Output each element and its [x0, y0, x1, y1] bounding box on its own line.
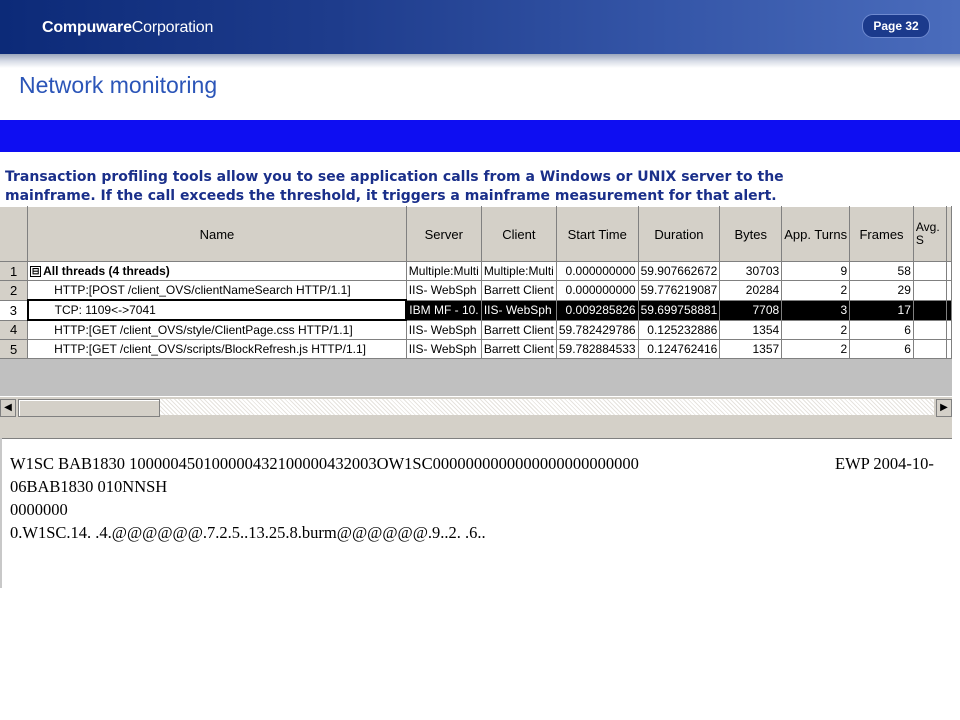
table-row[interactable]: 2 HTTP:[POST /client_OVS/clientNameSearc…	[0, 280, 952, 301]
cell-client[interactable]: Barrett Client	[481, 280, 557, 301]
cell-frames[interactable]: 29	[849, 280, 914, 301]
cell-duration[interactable]: 59.907662672	[638, 261, 721, 281]
cell-app-turns[interactable]: 3	[781, 300, 851, 321]
column-header-app-turns[interactable]: App. Turns	[781, 206, 851, 262]
pane-divider[interactable]	[0, 417, 952, 439]
raw-data-line: 06BAB1830 010NNSH	[10, 477, 168, 496]
cell-name[interactable]: TCP: 1109<->7041	[26, 299, 408, 321]
raw-data-line: W1SC BAB1830 100000450100000432100000432…	[10, 454, 639, 473]
cell-start-time[interactable]: 0.009285826	[556, 300, 639, 321]
cell-server[interactable]: IIS- WebSph	[406, 320, 482, 340]
cell-duration[interactable]: 59.776219087	[638, 280, 721, 301]
scroll-right-arrow-icon[interactable]: ▶	[936, 399, 952, 417]
column-header-start-time[interactable]: Start Time	[556, 206, 639, 262]
title-band	[0, 120, 960, 152]
cell-name[interactable]: ⊟ All threads (4 threads)	[27, 261, 407, 281]
column-header-name[interactable]: Name	[27, 206, 407, 262]
cell-start-time[interactable]: 59.782429786	[556, 320, 639, 340]
table-row-selected[interactable]: 3 TCP: 1109<->7041 IBM MF - 10. IIS- Web…	[0, 299, 952, 321]
cell-server[interactable]: Multiple:Multi	[406, 261, 482, 281]
cell-start-time[interactable]: 59.782884533	[556, 339, 639, 359]
collapse-icon[interactable]: ⊟	[30, 266, 42, 278]
cell-client[interactable]: Barrett Client	[481, 339, 557, 359]
table-row[interactable]: 5 HTTP:[GET /client_OVS/scripts/BlockRef…	[0, 339, 952, 359]
horizontal-scrollbar[interactable]: ◀ ▶	[0, 396, 952, 417]
cell-duration[interactable]: 0.125232886	[638, 320, 721, 340]
cell-frames[interactable]: 6	[849, 339, 914, 359]
corner-cell	[0, 206, 29, 262]
grid-header-filler	[946, 206, 952, 262]
row-number[interactable]: 2	[0, 280, 29, 301]
cell-avg[interactable]	[913, 320, 947, 340]
cell-client[interactable]: IIS- WebSph	[481, 300, 557, 321]
cell-avg[interactable]	[913, 339, 947, 359]
slide-title: Network monitoring	[19, 72, 218, 98]
cell-app-turns[interactable]: 2	[781, 280, 851, 301]
column-header-avg[interactable]: Avg. S	[913, 206, 947, 262]
column-header-client[interactable]: Client	[481, 206, 557, 262]
cell-name[interactable]: HTTP:[GET /client_OVS/scripts/BlockRefre…	[27, 339, 407, 359]
cell-frames[interactable]: 58	[849, 261, 914, 281]
raw-data-line: 0000000	[10, 500, 68, 519]
cell-start-time[interactable]: 0.000000000	[556, 261, 639, 281]
cell-filler	[946, 261, 952, 281]
raw-data-line: 0.W1SC.14. .4.@@@@@@.7.2.5..13.25.8.burm…	[10, 523, 486, 542]
cell-filler	[946, 280, 952, 301]
scrollbar-track[interactable]	[160, 399, 934, 415]
cell-client[interactable]: Barrett Client	[481, 320, 557, 340]
cell-bytes[interactable]: 30703	[719, 261, 783, 281]
scroll-left-arrow-icon[interactable]: ◀	[0, 399, 16, 417]
row-number[interactable]: 5	[0, 339, 29, 359]
transaction-grid: Name Server Client Start Time Duration B…	[0, 206, 952, 359]
cell-client[interactable]: Multiple:Multi	[481, 261, 557, 281]
cell-app-turns[interactable]: 9	[781, 261, 851, 281]
cell-filler	[946, 300, 952, 321]
raw-data-pane: W1SC BAB1830 100000450100000432100000432…	[10, 452, 945, 544]
table-row[interactable]: 1 ⊟ All threads (4 threads) Multiple:Mult…	[0, 261, 952, 281]
row-number[interactable]: 4	[0, 320, 29, 340]
cell-bytes[interactable]: 20284	[719, 280, 783, 301]
cell-duration[interactable]: 0.124762416	[638, 339, 721, 359]
cell-bytes[interactable]: 1357	[719, 339, 783, 359]
cell-server[interactable]: IIS- WebSph	[406, 339, 482, 359]
cell-server[interactable]: IIS- WebSph	[406, 280, 482, 301]
cell-start-time[interactable]: 0.000000000	[556, 280, 639, 301]
cell-server[interactable]: IBM MF - 10.	[406, 300, 482, 321]
column-header-frames[interactable]: Frames	[849, 206, 914, 262]
cell-bytes[interactable]: 7708	[719, 300, 783, 321]
row-number[interactable]: 1	[0, 261, 29, 281]
page-number-badge: Page 32	[862, 14, 930, 38]
header-shadow	[0, 54, 960, 68]
cell-frames[interactable]: 6	[849, 320, 914, 340]
grid-header-row: Name Server Client Start Time Duration B…	[0, 206, 952, 262]
cell-filler	[946, 320, 952, 340]
header-bar: CompuwareCorporation Page 32	[0, 0, 960, 54]
left-edge-line	[0, 438, 2, 588]
cell-duration[interactable]: 59.699758881	[638, 300, 721, 321]
cell-name[interactable]: HTTP:[POST /client_OVS/clientNameSearch …	[27, 280, 407, 301]
raw-data-line-right: EWP 2004-10-	[835, 454, 934, 473]
company-logo: CompuwareCorporation	[42, 19, 214, 36]
cell-name[interactable]: HTTP:[GET /client_OVS/style/ClientPage.c…	[27, 320, 407, 340]
slide-description: Transaction profiling tools allow you to…	[5, 169, 784, 204]
cell-app-turns[interactable]: 2	[781, 339, 851, 359]
column-header-bytes[interactable]: Bytes	[719, 206, 783, 262]
cell-frames[interactable]: 17	[849, 300, 914, 321]
row-number[interactable]: 3	[0, 300, 29, 321]
cell-bytes[interactable]: 1354	[719, 320, 783, 340]
scrollbar-thumb[interactable]	[18, 399, 160, 417]
cell-app-turns[interactable]: 2	[781, 320, 851, 340]
cell-avg[interactable]	[913, 261, 947, 281]
column-header-server[interactable]: Server	[406, 206, 482, 262]
table-row[interactable]: 4 HTTP:[GET /client_OVS/style/ClientPage…	[0, 320, 952, 340]
cell-avg[interactable]	[913, 300, 947, 321]
cell-avg[interactable]	[913, 280, 947, 301]
column-header-duration[interactable]: Duration	[638, 206, 721, 262]
cell-filler	[946, 339, 952, 359]
